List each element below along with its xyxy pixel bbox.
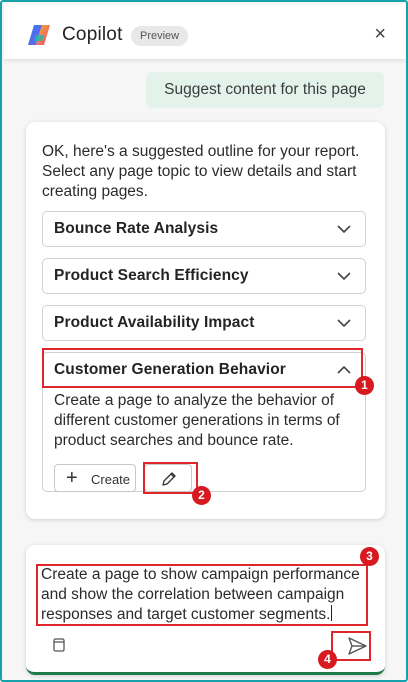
edit-prompt-button[interactable] <box>144 464 192 492</box>
create-button-label: Create <box>91 472 131 487</box>
notebook-icon[interactable] <box>53 638 65 652</box>
callout-badge-1: 1 <box>355 376 374 395</box>
topic-label: Product Availability Impact <box>54 314 255 331</box>
topic-label: Product Search Efficiency <box>54 267 249 284</box>
topic-header[interactable]: Customer Generation Behavior <box>43 353 365 389</box>
chevron-up-icon <box>337 365 351 374</box>
user-message-bubble: Suggest content for this page <box>146 72 384 108</box>
prompt-text-value: Create a page to show campaign performan… <box>41 566 360 623</box>
text-caret <box>331 605 333 621</box>
pane-header: Copilot Preview × <box>4 4 406 60</box>
chevron-down-icon <box>337 319 351 328</box>
chevron-down-icon <box>337 272 351 281</box>
send-icon[interactable] <box>346 636 368 656</box>
callout-badge-4: 4 <box>318 650 337 669</box>
pane-title: Copilot <box>62 24 123 45</box>
create-page-button[interactable]: + Create <box>54 464 136 492</box>
copilot-reply-card: OK, here's a suggested outline for your … <box>26 122 385 519</box>
chevron-down-icon <box>337 225 351 234</box>
close-icon[interactable]: × <box>374 22 386 46</box>
reply-intro-text: OK, here's a suggested outline for your … <box>42 143 360 200</box>
copilot-logo-icon <box>28 25 50 45</box>
pencil-icon <box>162 472 176 486</box>
topic-label: Bounce Rate Analysis <box>54 220 219 237</box>
topic-bounce-rate-analysis[interactable]: Bounce Rate Analysis <box>42 211 366 247</box>
topic-product-availability-impact[interactable]: Product Availability Impact <box>42 305 366 341</box>
topic-customer-generation-behavior: Customer Generation Behavior Create a pa… <box>42 352 366 492</box>
topic-product-search-efficiency[interactable]: Product Search Efficiency <box>42 258 366 294</box>
plus-icon: + <box>66 467 78 489</box>
copilot-pane: Copilot Preview × Suggest content for th… <box>0 0 408 682</box>
topic-description: Create a page to analyze the behavior of… <box>54 392 340 449</box>
preview-badge: Preview <box>131 26 189 46</box>
callout-badge-3: 3 <box>360 547 379 566</box>
prompt-input-text[interactable]: Create a page to show campaign performan… <box>41 565 371 625</box>
callout-badge-2: 2 <box>192 486 211 505</box>
topic-label: Customer Generation Behavior <box>54 361 286 378</box>
